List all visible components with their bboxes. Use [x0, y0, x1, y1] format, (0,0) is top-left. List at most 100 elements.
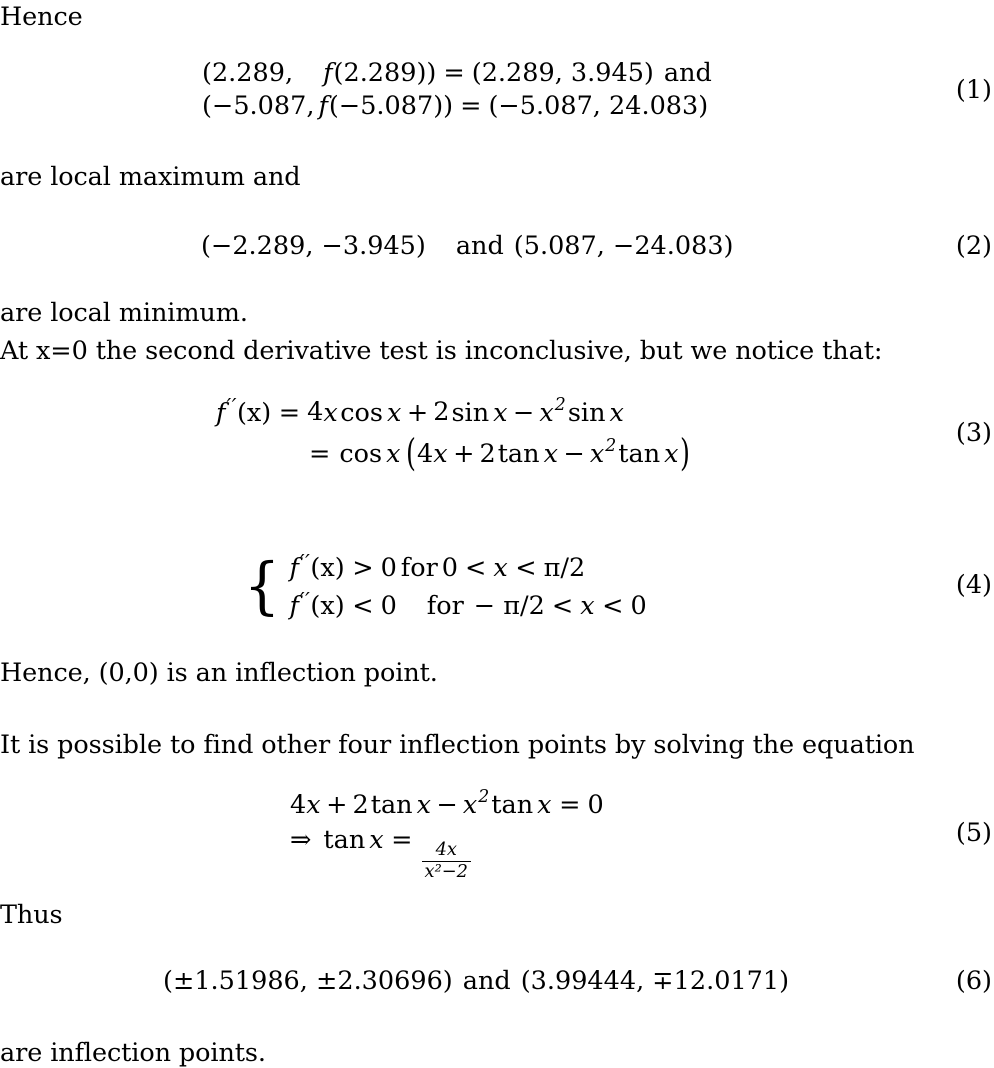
equation-4-number: (4) [955, 570, 992, 600]
equation-1-line-2: (−5.087, f(−5.087)) = (−5.087, 24.083) [202, 90, 712, 123]
eq1-l2-fn: f [318, 91, 328, 121]
eq4-c1-lt2: < [515, 553, 537, 584]
eq5-l2-equals: = [391, 824, 413, 855]
equation-5-line-2: ⇒ tan x = 4x x²−2 [290, 824, 604, 882]
eq3-l1-arg: (x) [236, 397, 272, 428]
eq5-l1-t2-fn: tan [370, 790, 413, 821]
eq2-point-b: (5.087, −24.083) [513, 230, 734, 261]
eq3-l2-t3-fn: tan [618, 438, 661, 469]
eq5-l2-fn: tan [323, 824, 366, 855]
eq3-l1-t2-fn: sin [451, 397, 490, 428]
equation-1-number: (1) [955, 75, 992, 105]
paragraph-other-inflection: It is possible to find other four inflec… [0, 730, 915, 760]
eq5-l1-t1-coeff: 4 [290, 790, 307, 821]
eq4-c2-value: 0 [380, 591, 397, 622]
eq1-l2-rhs: (−5.087, 24.083) [488, 91, 709, 121]
eq4-c2-fn: f [289, 591, 299, 622]
eq5-l2-arrow-icon: ⇒ [290, 824, 312, 855]
second-derivative-text: At x=0 the second derivative test is inc… [0, 336, 883, 366]
equation-5-number: (5) [955, 818, 992, 848]
eq5-l1-rhs: 0 [587, 790, 604, 821]
eq4-c2-primes: ′′ [299, 588, 311, 612]
paragraph-inflection-origin: Hence, (0,0) is an inflection point. [0, 658, 438, 688]
equation-5-body: 4x +2tan x − x2tan x = 0 ⇒ tan x = 4x x²−2 [290, 786, 604, 881]
eq3-l2-equals: = [309, 438, 331, 469]
equation-2-row: (−2.289, −3.945) and (5.087, −24.083) (2) [0, 228, 994, 264]
equation-1-line-1: (2.289, f(2.289)) = (2.289, 3.945) and [202, 57, 712, 90]
eq3-l1-t3-pow: 2 [554, 394, 566, 415]
eq3-l1-plus: + [406, 397, 429, 428]
are-inflection-text: are inflection points. [0, 1038, 266, 1068]
local-maximum-text: are local maximum and [0, 162, 301, 192]
eq4-c1-word: for [400, 553, 438, 584]
cases-group: { f′′(x) >0 for 0 < x < π/2 f′′(x) <0 for − π/2 < x <… [243, 548, 647, 624]
eq3-l1-t3-fn: sin [567, 397, 606, 428]
equation-6-body: (±1.51986, ±2.30696) and (3.99444, ∓12.017… [163, 965, 789, 998]
inflection-origin-pre: Hence, [0, 658, 99, 688]
eq3-l1-t1-coeff: 4 [307, 397, 324, 428]
equation-5-row: 4x +2tan x − x2tan x = 0 ⇒ tan x = 4x x²−2 (5) [0, 787, 994, 880]
eq1-l2-close: ) [443, 91, 454, 121]
eq4-c1-range-lo: 0 [441, 553, 459, 584]
equation-3-number: (3) [955, 418, 992, 448]
eq1-l2-fnarg: (−5.087) [328, 91, 444, 121]
paragraph-thus: Thus [0, 900, 63, 930]
thus-label: Thus [0, 900, 63, 930]
hence-label: Hence [0, 2, 83, 32]
eq3-l2-plus: + [453, 438, 475, 469]
eq5-fraction-numerator: 4x [435, 839, 457, 861]
eq6-point-a: (±1.51986, ±2.30696) [163, 965, 453, 996]
eq2-point-a: (−2.289, −3.945) [201, 230, 426, 261]
eq5-l1-t3-var: x [462, 790, 478, 821]
eq1-l1-fn: f [323, 58, 333, 89]
inflection-origin-point: (0,0) [98, 658, 159, 688]
eq5-l1-minus: − [436, 790, 458, 821]
eq3-l1-t2-coeff: 2 [433, 397, 450, 428]
other-inflection-text: It is possible to find other four inflec… [0, 730, 915, 760]
eq3-l2-t2-fn: tan [497, 438, 540, 469]
eq5-l1-t3-fn: tan [491, 790, 534, 821]
document-page: Hence (2.289, f(2.289)) = (2.289, 3.945) and… [0, 0, 994, 1068]
equation-1-body: (2.289, f(2.289)) = (2.289, 3.945) and (−5.0… [202, 57, 712, 122]
eq3-l1-primes: ′′ [226, 394, 237, 419]
eq4-c2-range-hi: 0 [630, 591, 647, 622]
eq3-l2-t1-var: x [433, 438, 448, 469]
eq3-l1-minus: − [513, 397, 535, 428]
eq6-point-b: (3.99444, ∓12.0171) [520, 965, 790, 996]
eq5-l1-t2-coeff: 2 [352, 790, 369, 821]
equation-4-body: { f′′(x) >0 for 0 < x < π/2 f′′(x) <0 for − π/2 < x <… [242, 548, 647, 624]
inflection-origin-post: is an inflection point. [158, 658, 438, 688]
equation-5-line-1: 4x +2tan x − x2tan x = 0 [290, 786, 604, 821]
eq3-l1-t3-fnarg: x [609, 397, 624, 428]
eq3-l1-t1-fn: cos [340, 397, 383, 428]
eq4-c2-arg: (x) [310, 591, 345, 622]
eq3-l2-t3-arg: x [664, 438, 679, 469]
equation-6-number: (6) [955, 966, 992, 996]
eq1-l1-open: ( [202, 58, 212, 89]
eq3-l2-t2-coeff: 2 [479, 438, 496, 469]
eq1-l2-xvalue: −5.087, [211, 91, 315, 121]
eq1-l1-close: ) [426, 58, 437, 89]
eq4-c1-primes: ′′ [299, 550, 311, 575]
eq6-conjunction: and [462, 965, 511, 996]
eq1-l1-and: and [663, 58, 712, 89]
equation-3-line-1: f′′(x) = 4xcos x +2sin x − x2sin x [216, 393, 691, 429]
eq3-l2-minus: − [563, 438, 585, 469]
eq5-l1-plus: + [326, 790, 348, 821]
case-line-2: f′′(x) <0 for − π/2 < x <0 [289, 586, 646, 624]
eq3-l2-open-paren: ( [406, 432, 416, 476]
eq1-l1-xvalue: 2.289, [211, 58, 294, 89]
eq5-l1-t3-arg: x [537, 790, 552, 821]
eq4-c1-lt1: < [465, 553, 487, 584]
eq4-c1-var: x [493, 553, 508, 584]
eq4-c2-var: x [580, 591, 595, 622]
paragraph-are-inflection-points: are inflection points. [0, 1038, 266, 1068]
eq1-l1-rhs: (2.289, 3.945) [471, 58, 654, 89]
equation-3-body: f′′(x) = 4xcos x +2sin x − x2sin x = cos x (4x +2tan… [216, 393, 691, 475]
eq3-l2-t1-coeff: 4 [416, 438, 434, 469]
equation-1-row: (2.289, f(2.289)) = (2.289, 3.945) and (−5.0… [0, 58, 994, 122]
eq5-l1-t2-arg: x [416, 790, 431, 821]
eq4-c2-lt2: < [602, 591, 624, 622]
case-line-1: f′′(x) >0 for 0 < x < π/2 [289, 548, 646, 586]
eq4-c2-range-lo: − π/2 [473, 591, 545, 622]
